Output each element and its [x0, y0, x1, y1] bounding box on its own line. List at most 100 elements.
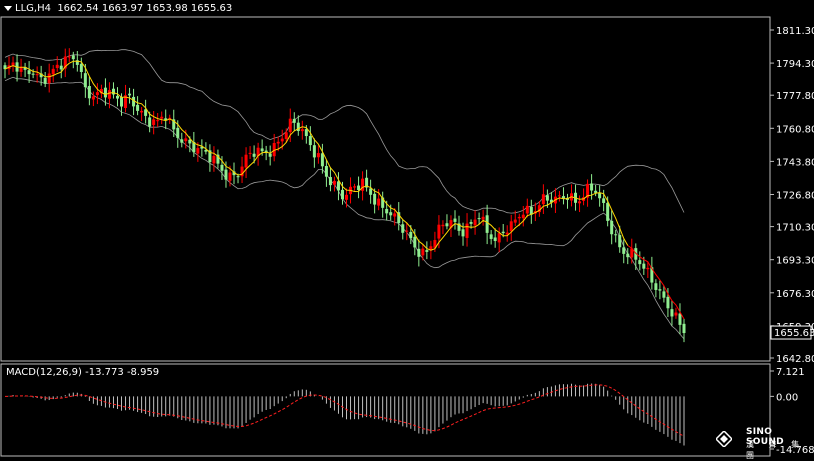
- candle-body: [682, 323, 686, 334]
- candle-body: [59, 65, 63, 70]
- candle-body: [521, 214, 525, 219]
- candle-body: [308, 136, 312, 146]
- candle-body: [525, 205, 529, 214]
- candle-body: [413, 236, 417, 248]
- candle-body: [115, 95, 119, 99]
- candle-body: [248, 152, 252, 154]
- candle-body: [120, 97, 124, 107]
- price-tick-label: 1777.80: [776, 91, 814, 102]
- candle-body: [55, 64, 59, 69]
- candle-body: [312, 145, 316, 158]
- candle-body: [228, 172, 232, 181]
- candle-body: [638, 260, 642, 265]
- candle-body: [473, 219, 477, 226]
- candles: [3, 48, 686, 343]
- candle-body: [111, 88, 115, 95]
- candle-body: [188, 139, 192, 144]
- candle-body: [409, 232, 413, 239]
- candle-body: [425, 250, 429, 252]
- candle-body: [224, 169, 228, 180]
- candle-body: [316, 153, 320, 158]
- price-tick-label: 1710.30: [776, 223, 814, 234]
- candle-body: [417, 248, 421, 257]
- ohlc-values: 1662.54 1663.97 1653.98 1655.63: [57, 3, 233, 14]
- macd-label: MACD(12,26,9): [6, 367, 82, 378]
- candle-body: [501, 231, 505, 234]
- moving-average: [4, 60, 685, 320]
- price-tick-label: 1743.80: [776, 157, 814, 168]
- candle-body: [497, 233, 501, 243]
- candle-body: [176, 127, 180, 138]
- price-tick-label: 1811.30: [776, 26, 814, 37]
- candle-body: [196, 148, 200, 154]
- candle-body: [385, 208, 389, 214]
- current-price-label: 1655.63: [774, 328, 814, 339]
- macd-header: MACD(12,26,9) -13.773 -8.959: [6, 367, 159, 378]
- candle-body: [260, 148, 264, 152]
- candle-body: [389, 212, 393, 216]
- candle-body: [598, 192, 602, 199]
- candle-body: [268, 153, 272, 157]
- candle-body: [545, 195, 549, 201]
- macd-tick-label: 0.00: [776, 392, 798, 403]
- candle-body: [541, 194, 545, 205]
- signal-value: -8.959: [126, 367, 160, 378]
- candle-body: [666, 296, 670, 309]
- candle-body: [107, 90, 111, 99]
- macd-tick-label: 7.121: [776, 367, 805, 378]
- candle-body: [437, 224, 441, 239]
- candle-body: [140, 110, 144, 113]
- candle-body: [304, 129, 308, 137]
- candle-body: [19, 67, 23, 72]
- candle-body: [128, 93, 132, 96]
- candle-body: [71, 55, 75, 60]
- candle-body: [184, 138, 188, 142]
- candle-body: [357, 185, 361, 191]
- candle-body: [373, 193, 377, 205]
- candle-body: [421, 248, 425, 256]
- candle-body: [288, 118, 292, 133]
- ma-line: [4, 60, 629, 251]
- candle-body: [324, 166, 328, 177]
- candle-body: [336, 181, 340, 191]
- candle-body: [79, 63, 83, 73]
- candle-body: [670, 309, 674, 317]
- candle-body: [642, 263, 646, 269]
- price-tick-label: 1726.80: [776, 190, 814, 201]
- candle-body: [654, 283, 658, 290]
- candle-body: [369, 188, 373, 195]
- candle-body: [658, 289, 662, 291]
- candle-body: [477, 218, 481, 220]
- candle-body: [252, 153, 256, 157]
- candle-body: [610, 220, 614, 235]
- watermark-sub: 漢 聲 集 團: [746, 440, 806, 460]
- price-panel: [0, 16, 771, 457]
- candle-body: [156, 120, 160, 122]
- candle-body: [132, 96, 136, 107]
- macd-panel: [4, 383, 685, 446]
- candle-body: [43, 77, 47, 84]
- candle-body: [469, 222, 473, 224]
- candle-body: [662, 291, 666, 298]
- dropdown-arrow-icon[interactable]: [4, 5, 12, 11]
- candle-body: [557, 195, 561, 197]
- candle-body: [626, 253, 630, 258]
- candle-body: [276, 141, 280, 144]
- price-tick-label: 1760.80: [776, 124, 814, 135]
- candle-body: [393, 213, 397, 217]
- candle-body: [148, 117, 152, 127]
- candle-body: [212, 155, 216, 164]
- candle-body: [489, 234, 493, 239]
- candle-body: [622, 247, 626, 254]
- candle-body: [11, 62, 15, 66]
- candle-body: [377, 198, 381, 206]
- candle-body: [103, 87, 107, 98]
- candle-body: [405, 230, 409, 232]
- candle-body: [332, 180, 336, 185]
- diamond-icon: [716, 431, 732, 447]
- candle-body: [602, 198, 606, 203]
- candle-body: [95, 92, 99, 96]
- candle-body: [27, 70, 31, 75]
- candle-body: [345, 194, 349, 200]
- chart-header: LLG,H4 1662.54 1663.97 1653.98 1655.63: [4, 3, 232, 14]
